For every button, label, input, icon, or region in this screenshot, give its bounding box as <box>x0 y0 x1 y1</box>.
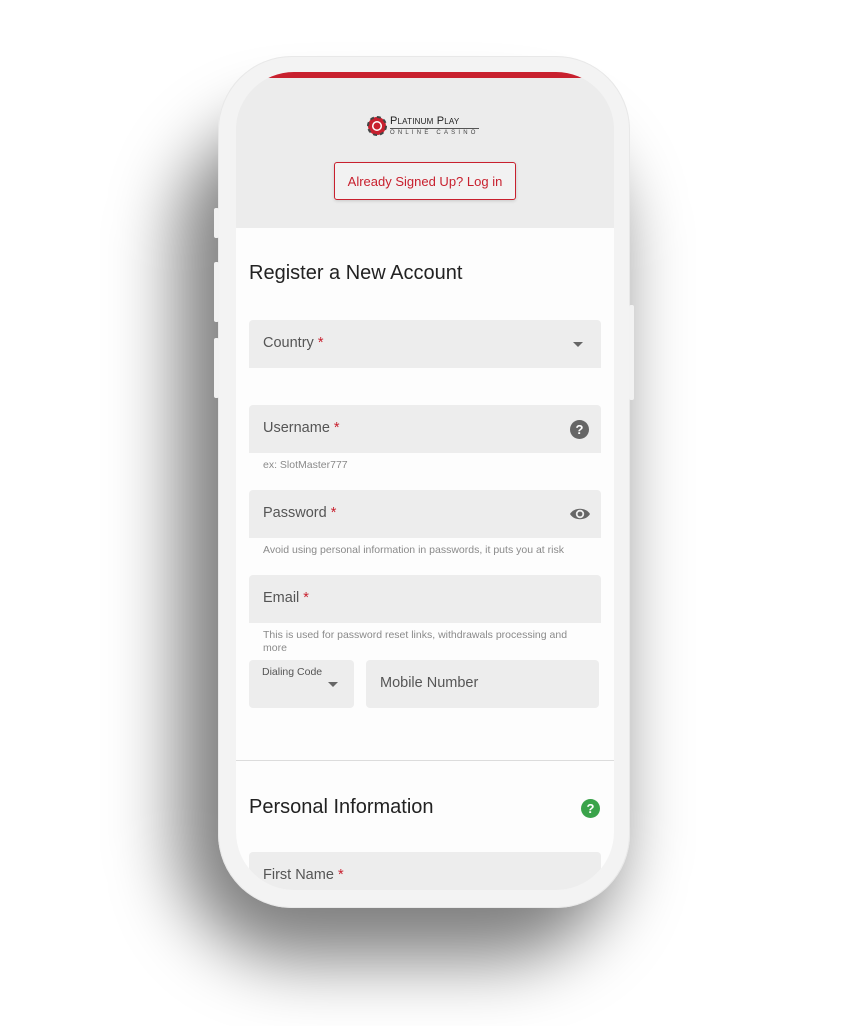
personal-info-title: Personal Information <box>249 796 434 818</box>
email-label: Email <box>263 590 300 606</box>
username-input[interactable]: Username * ? <box>249 405 601 453</box>
password-label: Password <box>263 505 327 521</box>
chevron-down-icon <box>328 682 338 687</box>
required-marker: * <box>303 590 309 606</box>
chevron-down-icon <box>573 342 583 347</box>
first-name-input[interactable]: First Name * <box>249 852 601 890</box>
phone-side-button <box>214 208 219 238</box>
help-icon[interactable]: ? <box>581 799 600 818</box>
brand-name: Platinum Play <box>390 116 479 129</box>
username-label: Username <box>263 420 330 436</box>
page-header: Platinum Play ONLINE CASINO Already Sign… <box>236 78 614 228</box>
eye-icon[interactable] <box>569 506 591 522</box>
required-marker: * <box>333 420 340 436</box>
login-button[interactable]: Already Signed Up? Log in <box>334 162 516 200</box>
mobile-number-input[interactable]: Mobile Number <box>366 660 599 708</box>
phone-power-button <box>629 305 634 400</box>
required-marker: * <box>317 335 324 351</box>
dialing-code-select[interactable]: Dialing Code <box>249 660 354 708</box>
phone-volume-up <box>214 262 219 322</box>
first-name-label: First Name <box>263 867 334 883</box>
section-divider <box>236 760 614 761</box>
email-helper: This is used for password reset links, w… <box>263 629 568 655</box>
help-icon[interactable]: ? <box>570 420 589 439</box>
dialing-code-label: Dialing Code <box>262 666 323 678</box>
brand-logo[interactable]: Platinum Play ONLINE CASINO <box>367 116 479 136</box>
phone-screen: Platinum Play ONLINE CASINO Already Sign… <box>236 72 614 890</box>
register-title: Register a New Account <box>249 262 463 284</box>
password-input[interactable]: Password * <box>249 490 601 538</box>
required-marker: * <box>330 505 337 521</box>
mobile-number-label: Mobile Number <box>380 675 479 691</box>
phone-volume-down <box>214 338 219 398</box>
country-label: Country <box>263 335 314 351</box>
password-helper: Avoid using personal information in pass… <box>263 544 564 556</box>
chip-logo-icon <box>367 116 387 136</box>
registration-form: Register a New Account Country * Usernam… <box>236 228 614 890</box>
brand-tagline: ONLINE CASINO <box>390 130 479 136</box>
required-marker: * <box>337 867 344 883</box>
username-helper: ex: SlotMaster777 <box>263 459 348 471</box>
email-input[interactable]: Email * <box>249 575 601 623</box>
country-select[interactable]: Country * <box>249 320 601 368</box>
